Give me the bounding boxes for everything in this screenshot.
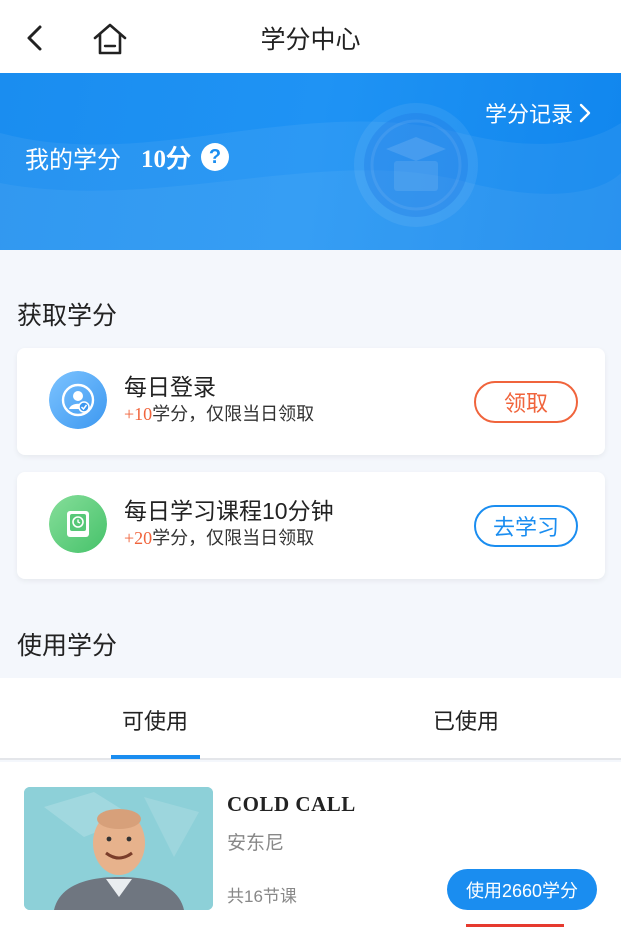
use-credits-button[interactable]: 使用2660学分 [447, 869, 597, 910]
course-lessons: 共16节课 [227, 887, 297, 906]
course-title: COLD CALL [227, 792, 356, 816]
credit-records-link[interactable]: 学分记录 [485, 97, 591, 129]
claim-button[interactable]: 领取 [474, 381, 578, 423]
task-desc: +20学分，仅限当日领取 [124, 524, 314, 550]
credits-banner: 学分记录 我的学分 10分 ? [0, 73, 621, 250]
chevron-right-icon [579, 103, 591, 123]
course-list: COLD CALL 安东尼 共16节课 使用2660学分 [0, 762, 621, 927]
tab-available[interactable]: 可使用 [122, 704, 188, 736]
task-title: 每日登录 [124, 374, 216, 400]
user-check-icon [49, 371, 107, 429]
task-points: +10 [124, 404, 153, 424]
course-thumbnail[interactable] [24, 787, 213, 910]
help-icon[interactable]: ? [201, 143, 230, 171]
tab-used[interactable]: 已使用 [433, 704, 499, 736]
earn-section-title: 获取学分 [17, 302, 118, 330]
instructor-photo [24, 787, 213, 910]
task-points: +20 [124, 528, 153, 548]
go-study-button[interactable]: 去学习 [474, 505, 578, 547]
book-clock-icon [49, 495, 107, 553]
task-desc: +10学分，仅限当日领取 [124, 400, 314, 426]
task-title: 每日学习课程10分钟 [124, 498, 334, 524]
credit-records-label: 学分记录 [484, 102, 573, 127]
page-title: 学分中心 [260, 26, 361, 54]
credit-tabs: 可使用 已使用 [0, 678, 621, 760]
active-tab-indicator [111, 755, 200, 759]
my-credits-value: 10分 [141, 146, 192, 173]
task-desc-text: 学分，仅限当日领取 [152, 404, 315, 424]
use-section-title: 使用学分 [17, 632, 118, 660]
task-card-daily-login: 每日登录 +10学分，仅限当日领取 领取 [17, 348, 605, 455]
task-desc-text: 学分，仅限当日领取 [152, 528, 315, 548]
my-credits: 我的学分 10分 ? [25, 139, 230, 175]
task-card-daily-study: 每日学习课程10分钟 +20学分，仅限当日领取 去学习 [17, 472, 605, 579]
medal-icon [354, 103, 478, 227]
my-credits-label: 我的学分 [25, 146, 121, 174]
course-teacher: 安东尼 [227, 833, 285, 854]
top-bar: 学分中心 [0, 0, 621, 73]
